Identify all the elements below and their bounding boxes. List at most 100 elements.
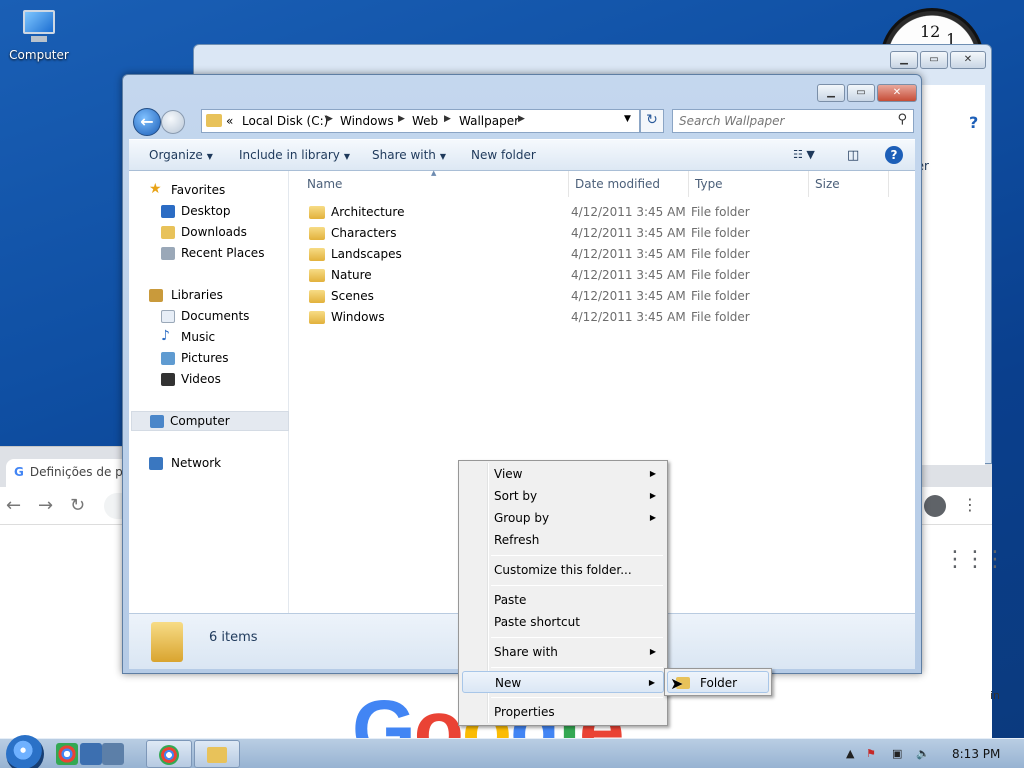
search-input[interactable]: Search Wallpaper ⚲ xyxy=(672,109,914,133)
volume-muted-icon[interactable]: 🔈 xyxy=(916,747,930,760)
share-with-button[interactable]: Share with ▼ xyxy=(372,148,446,162)
menu-item-view[interactable]: View ▶ xyxy=(462,463,664,485)
back-window-maximize-button[interactable]: ▭ xyxy=(920,51,948,69)
menu-item-paste[interactable]: Paste xyxy=(462,589,664,611)
clock-time[interactable]: 8:13 PM xyxy=(952,747,1000,761)
nav-network[interactable]: Network xyxy=(129,454,287,474)
back-window-help-icon[interactable]: ? xyxy=(969,113,978,132)
show-desktop-pinned-icon[interactable] xyxy=(80,743,102,765)
back-window-minimize-button[interactable]: ▁ xyxy=(890,51,918,69)
new-folder-button[interactable]: New folder xyxy=(471,148,536,162)
menu-separator xyxy=(491,555,663,556)
profile-avatar-icon[interactable] xyxy=(924,495,946,517)
breadcrumb-separator-icon[interactable]: ▶ xyxy=(518,114,525,124)
breadcrumb-web[interactable]: Web xyxy=(412,114,438,128)
submenu-arrow-icon: ▶ xyxy=(649,491,656,500)
clock-numeral-12: 12 xyxy=(920,22,941,41)
nav-pictures[interactable]: Pictures xyxy=(129,349,287,369)
switch-windows-pinned-icon[interactable] xyxy=(102,743,124,765)
nav-desktop[interactable]: Desktop xyxy=(129,202,287,222)
breadcrumb-separator-icon[interactable]: ▶ xyxy=(444,114,451,124)
menu-item-customize[interactable]: Customize this folder... xyxy=(462,559,664,581)
taskbar-chrome-button[interactable] xyxy=(146,740,192,768)
back-window-close-button[interactable]: ✕ xyxy=(950,51,986,69)
submenu-arrow-icon: ▶ xyxy=(648,678,655,687)
column-size[interactable]: Size xyxy=(809,171,889,197)
reload-icon[interactable]: ↻ xyxy=(70,495,85,516)
search-icon[interactable]: ⚲ xyxy=(897,112,907,127)
breadcrumb-wallpaper[interactable]: Wallpaper xyxy=(459,114,519,128)
menu-item-properties[interactable]: Properties xyxy=(462,701,664,723)
folder-icon xyxy=(309,290,325,303)
preview-pane-icon[interactable]: ◫ xyxy=(847,148,859,163)
refresh-icon[interactable]: ↻ xyxy=(640,109,664,133)
network-tray-icon[interactable]: ▣ xyxy=(892,747,902,760)
start-button[interactable] xyxy=(6,735,44,768)
action-center-icon[interactable]: ⚑ xyxy=(866,747,876,760)
nav-music[interactable]: ♪ Music xyxy=(129,328,287,348)
star-icon: ★ xyxy=(149,181,162,197)
nav-computer[interactable]: Computer xyxy=(131,411,289,431)
column-date-modified[interactable]: Date modified xyxy=(569,171,689,197)
menu-item-new[interactable]: New ▶ xyxy=(462,671,664,693)
submenu-arrow-icon: ▶ xyxy=(649,469,656,478)
nav-favorites[interactable]: ★ Favorites xyxy=(129,181,287,201)
submenu-arrow-icon: ▶ xyxy=(649,513,656,522)
address-bar[interactable]: « Local Disk (C:) ▶ Windows ▶ Web ▶ Wall… xyxy=(201,109,640,133)
nav-videos[interactable]: Videos xyxy=(129,370,287,390)
back-arrow-icon[interactable]: ← xyxy=(6,495,21,516)
close-button[interactable]: ✕ xyxy=(877,84,917,102)
file-row[interactable]: Nature 4/12/2011 3:45 AM File folder xyxy=(299,265,889,286)
include-in-library-button[interactable]: Include in library ▼ xyxy=(239,148,350,162)
column-name[interactable]: Name ▲ xyxy=(301,169,569,197)
breadcrumb-windows[interactable]: Windows xyxy=(340,114,394,128)
chrome-pinned-icon[interactable] xyxy=(56,743,78,765)
help-icon[interactable]: ? xyxy=(885,146,903,164)
search-placeholder: Search Wallpaper xyxy=(679,114,785,128)
documents-icon xyxy=(161,310,175,323)
breadcrumb-separator-icon[interactable]: ▶ xyxy=(398,114,405,124)
chrome-signin-partial[interactable]: in xyxy=(990,689,1000,702)
menu-item-paste-shortcut[interactable]: Paste shortcut xyxy=(462,611,664,633)
taskbar: ▲ ⚑ ▣ 🔈 8:13 PM xyxy=(0,735,1024,768)
nav-recent-places[interactable]: Recent Places xyxy=(129,244,287,264)
menu-separator xyxy=(491,585,663,586)
apps-grid-icon[interactable]: ⋮⋮⋮ xyxy=(944,547,1006,572)
chrome-menu-icon[interactable]: ⋮ xyxy=(962,495,978,514)
folder-icon xyxy=(309,269,325,282)
menu-item-sort-by[interactable]: Sort by ▶ xyxy=(462,485,664,507)
column-type[interactable]: Type xyxy=(689,171,809,197)
breadcrumb-local-disk[interactable]: Local Disk (C:) xyxy=(242,114,328,128)
libraries-icon xyxy=(149,289,163,302)
nav-documents[interactable]: Documents xyxy=(129,307,287,327)
forward-button[interactable] xyxy=(161,110,185,134)
breadcrumb-prefix[interactable]: « xyxy=(226,114,233,128)
desktop-computer-icon[interactable]: Computer xyxy=(6,8,72,62)
item-count: 6 items xyxy=(209,630,258,645)
minimize-button[interactable]: ▁ xyxy=(817,84,845,102)
back-button[interactable]: ← xyxy=(133,108,161,136)
nav-downloads[interactable]: Downloads xyxy=(129,223,287,243)
maximize-button[interactable]: ▭ xyxy=(847,84,875,102)
downloads-icon xyxy=(161,226,175,239)
address-dropdown-icon[interactable]: ▼ xyxy=(624,114,631,124)
file-row[interactable]: Landscapes 4/12/2011 3:45 AM File folder xyxy=(299,244,889,265)
show-hidden-icons-icon[interactable]: ▲ xyxy=(846,747,854,760)
forward-arrow-icon[interactable]: → xyxy=(38,495,53,516)
file-row[interactable]: Windows 4/12/2011 3:45 AM File folder xyxy=(299,307,889,328)
breadcrumb-separator-icon[interactable]: ▶ xyxy=(326,114,333,124)
organize-button[interactable]: Organize ▼ xyxy=(149,148,213,162)
music-icon: ♪ xyxy=(161,328,170,344)
taskbar-explorer-button[interactable] xyxy=(194,740,240,768)
menu-item-group-by[interactable]: Group by ▶ xyxy=(462,507,664,529)
chrome-icon xyxy=(159,745,179,765)
nav-libraries[interactable]: Libraries xyxy=(129,286,287,306)
command-toolbar: Organize ▼ Include in library ▼ Share with… xyxy=(129,139,915,171)
menu-item-share-with[interactable]: Share with ▶ xyxy=(462,641,664,663)
menu-item-refresh[interactable]: Refresh xyxy=(462,529,664,551)
file-row[interactable]: Scenes 4/12/2011 3:45 AM File folder xyxy=(299,286,889,307)
file-row[interactable]: Architecture 4/12/2011 3:45 AM File folder xyxy=(299,202,889,223)
desktop-icon xyxy=(161,205,175,218)
file-row[interactable]: Characters 4/12/2011 3:45 AM File folder xyxy=(299,223,889,244)
change-view-icon[interactable]: ☷ ▼ xyxy=(793,148,815,161)
